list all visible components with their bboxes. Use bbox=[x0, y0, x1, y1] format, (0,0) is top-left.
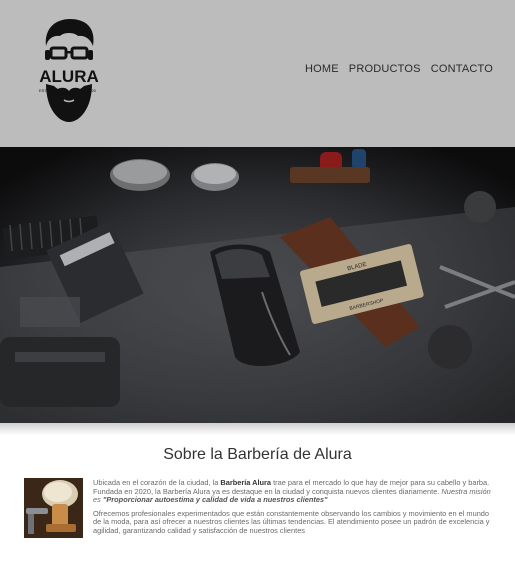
nav-home-link[interactable]: HOME bbox=[305, 63, 339, 75]
bearded-man-logo-icon: ALURA ESTD 2020 bbox=[36, 19, 102, 122]
hero-banner-image: BLADE BARBERSHOP bbox=[0, 147, 515, 423]
about-title: Sobre la Barbería de Alura bbox=[163, 446, 352, 463]
logo-year-left: ESTD bbox=[39, 88, 50, 93]
shaving-brush-image bbox=[24, 478, 83, 538]
logo-brand-text: ALURA bbox=[39, 67, 99, 86]
logo-year-right: 2020 bbox=[87, 88, 97, 93]
about-text: Ubicada en el corazón de la ciudad, la B… bbox=[93, 478, 498, 541]
about-p1-mission: "Proporcionar autoestima y calidad de vi… bbox=[102, 495, 328, 505]
alura-logo[interactable]: ALURA ESTD 2020 bbox=[34, 16, 104, 126]
nav-productos-link[interactable]: PRODUCTOS bbox=[349, 63, 421, 75]
about-paragraph-2: Ofrecemos profesionales experimentados q… bbox=[93, 508, 490, 535]
about-paragraph-1: Ubicada en el corazón de la ciudad, la B… bbox=[93, 478, 498, 505]
site-header: ALURA ESTD 2020 HOME PRODUCTOS CONTACTO bbox=[0, 0, 515, 147]
main-nav: HOME PRODUCTOS CONTACTO bbox=[305, 63, 493, 75]
hero-divider bbox=[0, 423, 515, 435]
nav-contacto-link[interactable]: CONTACTO bbox=[431, 63, 493, 75]
